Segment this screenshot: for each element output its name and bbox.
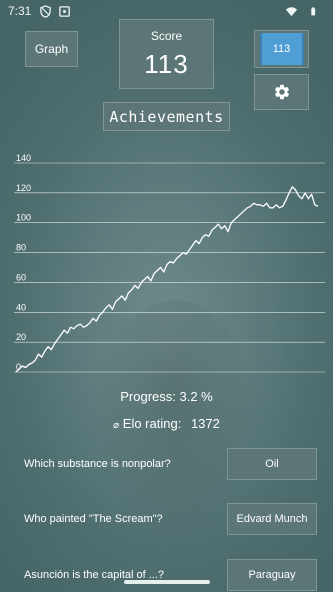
score-value: 113 bbox=[144, 49, 189, 79]
navigation-handle[interactable] bbox=[124, 580, 210, 584]
y-tick-label: 60 bbox=[16, 272, 26, 282]
y-tick-label: 80 bbox=[16, 243, 26, 253]
answer-button[interactable]: Edvard Munch bbox=[227, 503, 317, 535]
progress-label: Progress: bbox=[120, 389, 176, 404]
y-tick-label: 120 bbox=[16, 183, 31, 193]
counter-value: 113 bbox=[259, 33, 304, 65]
elo-label: Elo rating: bbox=[122, 416, 182, 431]
elo-symbol: ⌀ bbox=[113, 420, 120, 431]
y-tick-label: 100 bbox=[16, 213, 31, 223]
score-panel: Score 113 bbox=[119, 19, 214, 89]
gear-icon bbox=[274, 84, 289, 100]
battery-icon bbox=[311, 6, 316, 15]
y-tick-label: 40 bbox=[16, 302, 26, 312]
privacy-shield-icon bbox=[40, 4, 52, 18]
elo-stat: ⌀ Elo rating: 1372 bbox=[0, 416, 333, 431]
elo-series-line bbox=[15, 186, 319, 373]
status-time: 7:31 bbox=[8, 4, 32, 18]
counter-button[interactable]: 113 bbox=[254, 30, 309, 68]
question-row: Which substance is nonpolar? Oil bbox=[0, 448, 333, 482]
question-text: Who painted "The Scream"? bbox=[24, 513, 163, 525]
elo-value: 1372 bbox=[190, 416, 220, 431]
notification-square-icon bbox=[59, 5, 71, 17]
settings-button[interactable] bbox=[254, 74, 309, 110]
achievements-button[interactable]: Achievements bbox=[103, 102, 230, 131]
question-row: Who painted "The Scream"? Edvard Munch bbox=[0, 503, 333, 537]
y-tick-label: 20 bbox=[16, 332, 26, 342]
y-tick-label: 140 bbox=[16, 153, 31, 163]
progress-value: 3.2 % bbox=[179, 389, 213, 404]
progress-stat: Progress: 3.2 % bbox=[0, 389, 333, 404]
question-row: Asunción is the capital of ...? Paraguay bbox=[0, 559, 333, 592]
graph-button[interactable]: Graph bbox=[25, 31, 78, 67]
answer-button[interactable]: Oil bbox=[227, 448, 317, 480]
score-label: Score bbox=[150, 29, 183, 43]
answer-button[interactable]: Paraguay bbox=[227, 559, 317, 591]
elo-history-chart: 020406080100120140 bbox=[14, 153, 325, 373]
wifi-icon bbox=[285, 6, 298, 16]
question-text: Which substance is nonpolar? bbox=[24, 458, 171, 470]
